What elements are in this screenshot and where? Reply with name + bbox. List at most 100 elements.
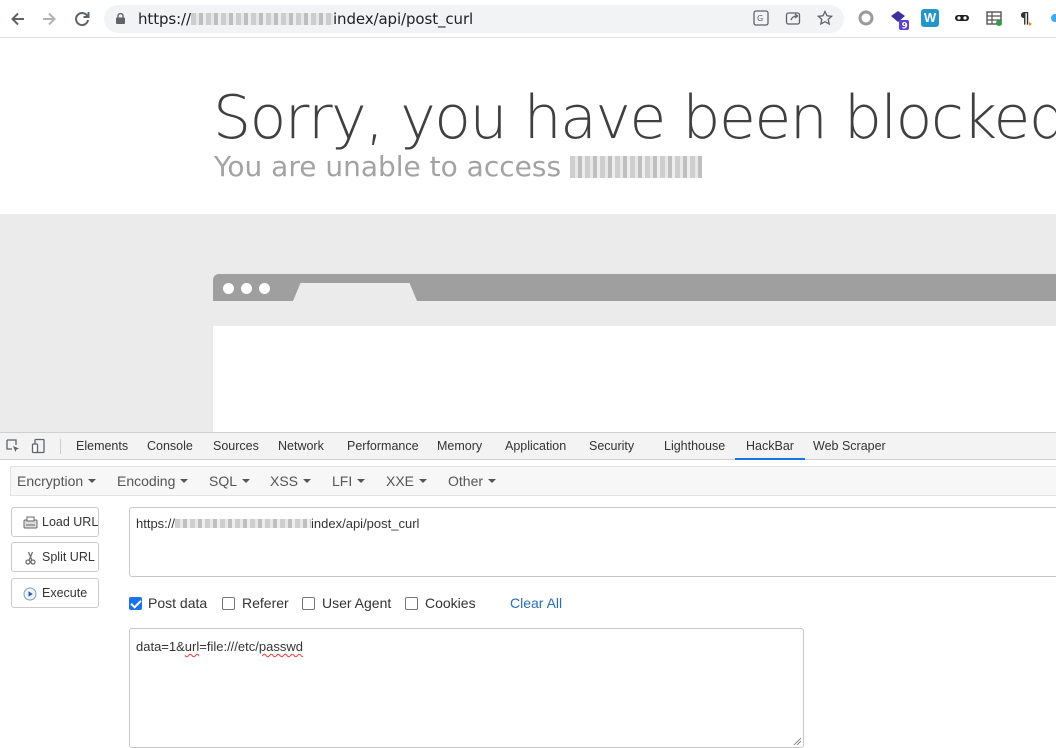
caret-down-icon — [419, 479, 428, 483]
caret-down-icon — [88, 479, 97, 483]
devtools-tab-bar: Elements Console Sources Network Perform… — [0, 433, 1056, 460]
menu-other[interactable]: Other — [448, 473, 497, 489]
execute-label: Execute — [42, 586, 88, 600]
url-text: https:// index/api/post_curl — [136, 516, 419, 531]
share-icon[interactable] — [784, 10, 802, 28]
table-extension-icon[interactable] — [985, 9, 1003, 27]
menu-xss[interactable]: XSS — [270, 473, 312, 489]
mask-extension-icon[interactable] — [953, 9, 971, 27]
address-url[interactable]: https:// index/api/post_curl — [138, 10, 473, 28]
illustration-tab — [293, 283, 417, 301]
menu-label: SQL — [209, 473, 238, 489]
tab-lighthouse[interactable]: Lighthouse — [664, 433, 725, 460]
url-textarea[interactable]: https:// index/api/post_curl — [129, 507, 1056, 577]
cookies-checkbox[interactable] — [405, 597, 418, 610]
browser-illustration-area — [0, 214, 1056, 432]
post-data-text: data=1&url=file:///etc/passwd — [136, 639, 303, 654]
clear-all-link[interactable]: Clear All — [510, 595, 562, 611]
tab-web-scraper[interactable]: Web Scraper — [813, 433, 886, 460]
redacted-host — [190, 13, 333, 25]
extension-badge-count: 9 — [902, 22, 908, 32]
post-data-textarea[interactable]: data=1&url=file:///etc/passwd — [129, 628, 804, 748]
devtools-panel: Elements Console Sources Network Perform… — [0, 432, 1056, 748]
partial-extension-icon[interactable] — [1048, 9, 1056, 27]
user-agent-checkbox[interactable] — [302, 597, 315, 610]
tab-network[interactable]: Network — [278, 433, 324, 460]
menu-label: Other — [448, 473, 484, 489]
illustration-browser-body — [213, 326, 1056, 432]
forward-arrow-icon[interactable] — [38, 8, 60, 30]
post-part-spellcheck: passwd — [258, 639, 303, 654]
menu-lfi[interactable]: LFI — [332, 473, 366, 489]
circle-extension-icon[interactable] — [857, 9, 875, 27]
illustration-browser-bar — [213, 274, 1056, 301]
tab-elements[interactable]: Elements — [76, 433, 128, 460]
split-url-label: Split URL — [42, 550, 95, 564]
menu-xxe[interactable]: XXE — [386, 473, 428, 489]
menu-label: XSS — [270, 473, 299, 489]
url-prefix: https:// — [138, 10, 191, 28]
blocked-page-header: Sorry, you have been blocked You are una… — [0, 39, 1056, 214]
translate-icon[interactable]: G — [752, 10, 770, 28]
svg-text:¶: ¶ — [1020, 9, 1030, 27]
url-text-path: index/api/post_curl — [311, 516, 420, 531]
lock-icon — [116, 13, 125, 24]
menu-label: LFI — [332, 473, 353, 489]
w-extension-icon[interactable]: W — [921, 9, 939, 27]
resize-handle-icon[interactable] — [793, 737, 801, 745]
reload-icon[interactable] — [71, 8, 93, 30]
scissors-icon — [25, 551, 36, 565]
user-agent-label: User Agent — [322, 595, 392, 611]
post-part-spellcheck: url — [184, 639, 200, 654]
tab-console[interactable]: Console — [147, 433, 193, 460]
caret-down-icon — [488, 479, 497, 483]
post-part: data=1& — [136, 639, 185, 654]
menu-encoding[interactable]: Encoding — [117, 473, 189, 489]
menu-label: Encryption — [17, 473, 84, 489]
caret-down-icon — [242, 479, 251, 483]
tab-hackbar[interactable]: HackBar — [735, 433, 805, 460]
illustration-dot — [259, 283, 270, 294]
page-subline: You are unable to access — [214, 150, 702, 183]
caret-down-icon — [357, 479, 366, 483]
pilcrow-extension-icon[interactable]: ¶ — [1017, 9, 1035, 27]
subline-text: You are unable to access — [214, 150, 562, 183]
illustration-dot — [223, 283, 234, 294]
menu-sql[interactable]: SQL — [209, 473, 251, 489]
bookmark-star-icon[interactable] — [816, 9, 834, 28]
execute-button[interactable]: Execute — [11, 578, 99, 608]
referer-checkbox[interactable] — [222, 597, 235, 610]
hackbar-menu: Encryption Encoding SQL XSS LFI XXE Othe… — [10, 466, 1056, 496]
load-url-button[interactable]: Load URL — [11, 507, 99, 537]
url-path: index/api/post_curl — [332, 10, 474, 28]
tab-sources[interactable]: Sources — [213, 433, 259, 460]
illustration-dot — [241, 283, 252, 294]
inspect-element-icon[interactable] — [5, 438, 21, 454]
load-url-label: Load URL — [42, 515, 99, 529]
referer-label: Referer — [242, 595, 289, 611]
post-data-checkbox[interactable] — [129, 597, 142, 610]
browser-toolbar: https:// index/api/post_curl G 9 W ¶ — [0, 0, 1056, 38]
redacted-host — [175, 519, 312, 528]
tab-memory[interactable]: Memory — [437, 433, 482, 460]
menu-label: XXE — [386, 473, 415, 489]
split-url-button[interactable]: Split URL — [11, 542, 99, 572]
load-url-icon — [23, 516, 38, 529]
url-text-prefix: https:// — [136, 516, 176, 531]
menu-encryption[interactable]: Encryption — [17, 473, 97, 489]
gem-extension-icon[interactable]: 9 — [889, 9, 909, 32]
menu-label: Encoding — [117, 473, 176, 489]
caret-down-icon — [303, 479, 312, 483]
play-icon — [23, 587, 37, 601]
tab-application[interactable]: Application — [505, 433, 566, 460]
svg-text:G: G — [757, 14, 763, 23]
tab-security[interactable]: Security — [589, 433, 634, 460]
cookies-label: Cookies — [425, 595, 476, 611]
redacted-domain — [569, 156, 702, 178]
tab-divider — [60, 439, 61, 454]
page-headline: Sorry, you have been blocked — [213, 83, 1056, 153]
device-toolbar-icon[interactable] — [31, 438, 47, 454]
back-arrow-icon[interactable] — [7, 8, 29, 30]
address-bar[interactable]: https:// index/api/post_curl G — [104, 5, 844, 33]
tab-performance[interactable]: Performance — [347, 433, 419, 460]
